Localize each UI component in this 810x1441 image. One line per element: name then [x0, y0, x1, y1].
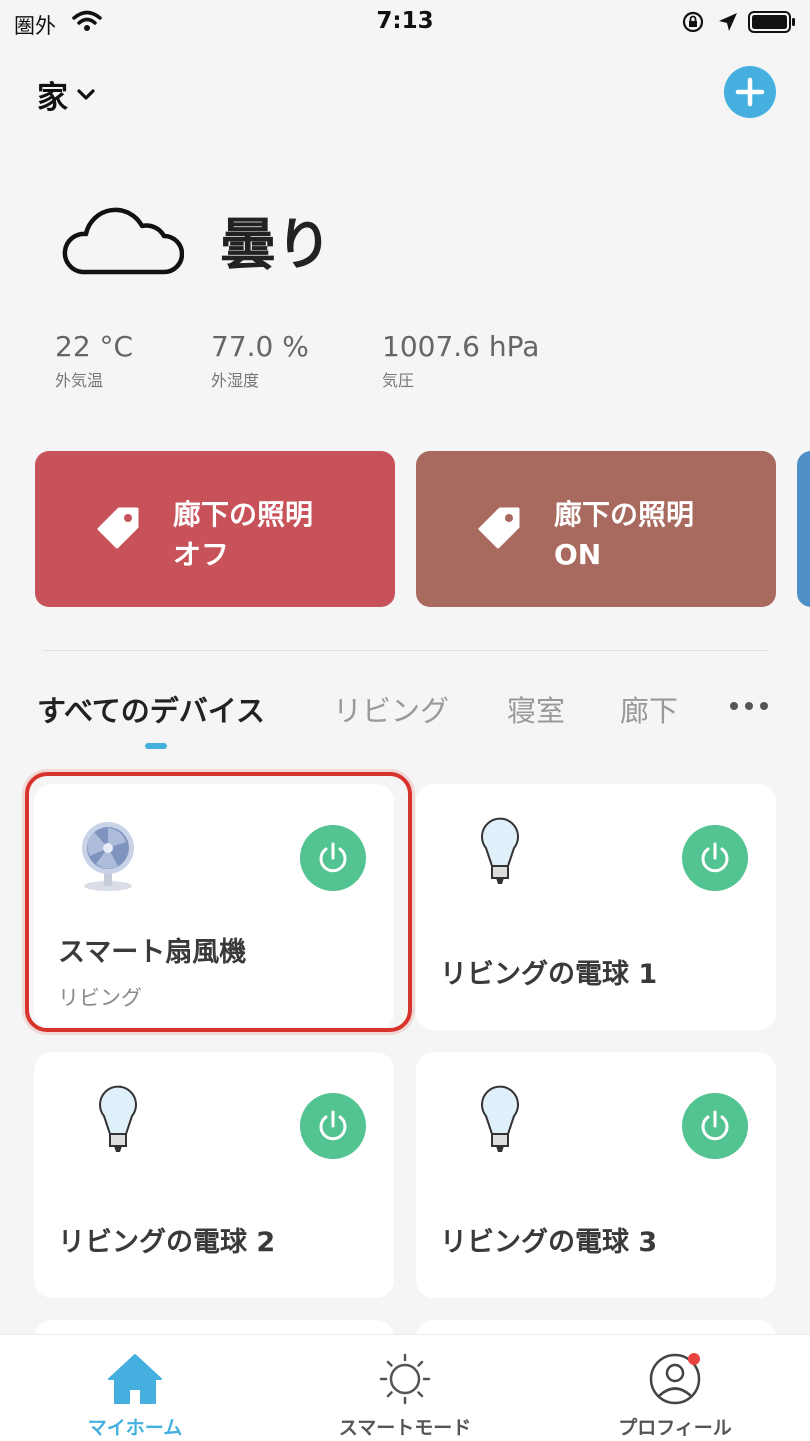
nav-profile[interactable]: プロフィール: [540, 1335, 810, 1441]
outdoor-temperature: 22 °C 外気温: [55, 330, 133, 391]
bulb-icon: [481, 1085, 519, 1152]
power-icon: [319, 1110, 347, 1141]
stat-value: 22 °C: [55, 330, 134, 363]
home-selector[interactable]: 家: [37, 72, 96, 117]
stat-value: 77.0 %: [211, 330, 309, 363]
scene-card-hallway-off[interactable]: 廊下の照明 オフ: [35, 451, 395, 607]
tab-all-devices[interactable]: すべてのデバイス: [37, 688, 265, 730]
location-icon: [719, 13, 737, 31]
sun-icon: [379, 1353, 431, 1405]
stat-label: 気圧: [382, 371, 415, 390]
scene-title-line1: 廊下の照明: [173, 498, 314, 531]
stat-label: 外気温: [55, 371, 104, 390]
scene-title-line1: 廊下の照明: [554, 498, 695, 531]
power-icon: [701, 842, 729, 873]
device-name: リビングの電球 1: [440, 959, 658, 990]
cloud-icon: [62, 207, 184, 275]
notification-dot: [688, 1353, 700, 1365]
tab-active-indicator: [145, 743, 167, 749]
bulb-icon: [481, 817, 519, 884]
nav-my-home[interactable]: マイホーム: [0, 1335, 270, 1441]
outdoor-humidity: 77.0 % 外湿度: [211, 330, 309, 391]
scene-title: 廊下の照明 オフ: [173, 495, 313, 575]
tab-hallway[interactable]: 廊下: [620, 688, 678, 730]
device-card-living-bulb-1[interactable]: リビングの電球 1: [416, 784, 776, 1030]
tab-living[interactable]: リビング: [333, 688, 449, 730]
nav-label: マイホーム: [87, 1417, 183, 1439]
weather-condition: 曇り: [220, 213, 332, 278]
scene-card-partial[interactable]: [797, 451, 810, 607]
add-button[interactable]: [724, 66, 776, 118]
chevron-down-icon: [77, 88, 95, 100]
home-icon: [108, 1354, 162, 1404]
rotation-lock-icon: [682, 11, 704, 33]
nav-label: スマートモード: [338, 1417, 472, 1439]
nav-smart-mode[interactable]: スマートモード: [270, 1335, 540, 1441]
battery-icon: [748, 11, 795, 33]
power-button[interactable]: [682, 1093, 748, 1159]
tag-icon: [97, 507, 139, 549]
scene-title-line2: オフ: [173, 538, 230, 571]
scene-card-hallway-on[interactable]: 廊下の照明 ON: [416, 451, 776, 607]
scene-title-line2: ON: [554, 538, 602, 571]
power-icon: [701, 1110, 729, 1141]
stat-label: 外湿度: [211, 371, 260, 390]
home-name: 家: [37, 80, 68, 116]
selection-highlight: [25, 772, 412, 1032]
status-bar: 圏外 7:13: [0, 0, 810, 44]
device-name: リビングの電球 2: [58, 1227, 276, 1258]
divider: [42, 650, 768, 651]
scene-title: 廊下の照明 ON: [554, 495, 694, 575]
bulb-icon: [99, 1085, 137, 1152]
device-name: リビングの電球 3: [440, 1227, 658, 1258]
power-button[interactable]: [682, 825, 748, 891]
plus-icon: [735, 77, 765, 107]
air-pressure: 1007.6 hPa 気圧: [382, 330, 539, 391]
profile-icon: [649, 1353, 701, 1405]
nav-label: プロフィール: [618, 1417, 732, 1439]
stat-value: 1007.6 hPa: [382, 330, 540, 363]
tab-bedroom[interactable]: 寝室: [507, 688, 565, 730]
power-button[interactable]: [300, 1093, 366, 1159]
device-card-living-bulb-2[interactable]: リビングの電球 2: [34, 1052, 394, 1298]
tag-icon: [478, 507, 520, 549]
bottom-nav: マイホーム スマートモード プロフィール: [0, 1334, 810, 1441]
more-icon[interactable]: [728, 700, 770, 712]
device-card-living-bulb-3[interactable]: リビングの電球 3: [416, 1052, 776, 1298]
